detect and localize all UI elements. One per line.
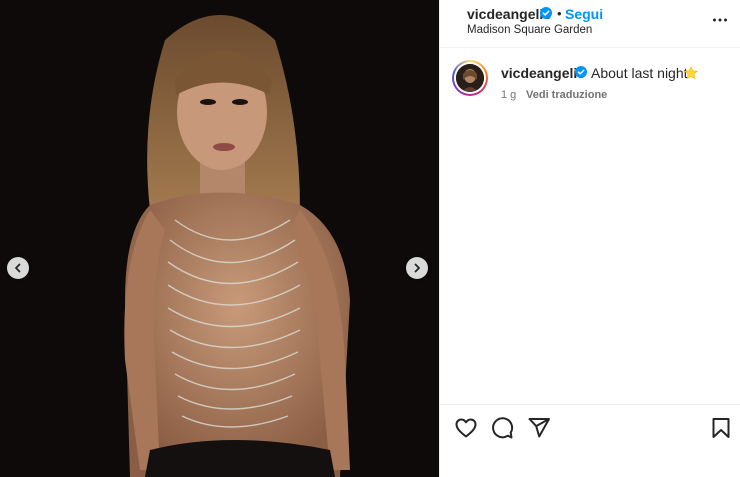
heart-icon[interactable] xyxy=(454,416,478,440)
header-divider xyxy=(440,47,740,48)
post-side-panel: vicdeangelis • Segui Madison Square Gard… xyxy=(439,0,740,477)
comment-icon[interactable] xyxy=(490,416,514,440)
star-icon xyxy=(684,66,698,80)
carousel-next-button[interactable] xyxy=(406,257,428,279)
chevron-left-icon xyxy=(15,263,21,273)
follow-button[interactable]: Segui xyxy=(565,6,603,22)
actions-divider xyxy=(440,404,740,405)
bookmark-icon[interactable] xyxy=(709,416,733,440)
more-options-icon[interactable] xyxy=(712,12,728,28)
caption-comment: vicdeangelis About last night 1 g Vedi t… xyxy=(440,57,740,107)
see-translation-link[interactable]: Vedi traduzione xyxy=(526,89,607,101)
post-actions-bar xyxy=(440,416,740,444)
carousel-prev-button[interactable] xyxy=(7,257,29,279)
post-photo xyxy=(0,0,439,477)
caption-timestamp: 1 g xyxy=(501,89,517,101)
verified-badge-icon xyxy=(540,7,552,19)
caption-username[interactable]: vicdeangelis xyxy=(501,65,585,81)
chevron-right-icon xyxy=(414,263,420,273)
caption-text: About last night xyxy=(591,65,688,81)
post-location[interactable]: Madison Square Garden xyxy=(467,24,592,36)
avatar[interactable] xyxy=(452,60,488,96)
header-username[interactable]: vicdeangelis xyxy=(467,6,551,22)
share-icon[interactable] xyxy=(527,416,551,440)
post-header: vicdeangelis • Segui Madison Square Gard… xyxy=(440,0,740,46)
post-media[interactable] xyxy=(0,0,439,477)
header-separator: • xyxy=(557,6,562,21)
verified-badge-icon xyxy=(575,66,587,78)
